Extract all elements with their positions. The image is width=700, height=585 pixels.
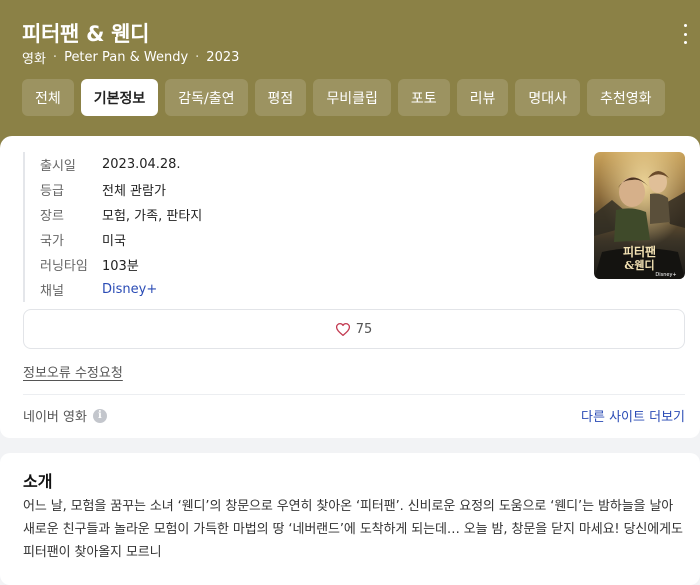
tab-quotes[interactable]: 명대사: [515, 79, 581, 116]
info-label: 장르: [40, 209, 64, 224]
tab-bar: 전체 기본정보 감독/출연 평점 무비클립 포토 리뷰 명대사 추천영화: [22, 79, 665, 116]
intro-card: 소개 어느 날, 모험을 꿈꾸는 소녀 ‘웬디’의 창문으로 우연히 찾아온 ‘…: [0, 453, 700, 585]
info-label: 국가: [40, 234, 64, 249]
meta-separator: ·: [52, 50, 58, 65]
info-value: 전체 관람가: [102, 184, 166, 199]
source-name: 네이버 영화: [23, 410, 87, 425]
info-row-channel: 채널 Disney+: [40, 277, 202, 302]
info-label: 러닝타임: [40, 259, 88, 274]
info-row-release: 출시일 2023.04.28.: [40, 152, 202, 177]
like-count: 75: [355, 321, 373, 337]
tab-recommended[interactable]: 추천영화: [587, 79, 665, 116]
movie-header: 피터팬 & 웬디 영화 · Peter Pan & Wendy · 2023 전…: [0, 0, 700, 150]
report-error-link[interactable]: 정보오류 수정요청: [23, 362, 123, 381]
kebab-menu-icon[interactable]: [682, 24, 688, 44]
info-icon[interactable]: i: [92, 408, 107, 423]
movie-meta: 영화 · Peter Pan & Wendy · 2023: [22, 48, 239, 67]
tab-all[interactable]: 전체: [22, 79, 74, 116]
poster-title-line2: &웬디: [624, 258, 654, 272]
more-sites-link[interactable]: 다른 사이트 더보기: [581, 406, 685, 425]
channel-link[interactable]: Disney+: [102, 282, 157, 297]
info-row-rating: 등급 전체 관람가: [40, 177, 202, 202]
like-button[interactable]: 75: [23, 309, 685, 349]
info-label: 채널: [40, 284, 64, 299]
meta-original-title: Peter Pan & Wendy: [64, 50, 189, 65]
tab-photos[interactable]: 포토: [397, 79, 450, 116]
poster-image: 피터팬 &웬디 Disney+: [594, 152, 685, 279]
intro-title: 소개: [23, 472, 53, 491]
info-label: 출시일: [40, 159, 76, 174]
info-row-runtime: 러닝타임 103분: [40, 252, 202, 277]
meta-year: 2023: [206, 50, 240, 65]
tab-movie-clips[interactable]: 무비클립: [313, 79, 391, 116]
tab-ratings[interactable]: 평점: [254, 79, 307, 116]
heart-icon: [335, 322, 350, 336]
info-row-country: 국가 미국: [40, 227, 202, 252]
source-label: 네이버 영화 i: [23, 406, 107, 425]
meta-category: 영화: [22, 52, 46, 67]
info-label: 등급: [40, 184, 64, 199]
movie-title: 피터팬 & 웬디: [22, 22, 150, 46]
movie-poster[interactable]: 피터팬 &웬디 Disney+: [594, 152, 685, 279]
intro-text: 어느 날, 모험을 꿈꾸는 소녀 ‘웬디’의 창문으로 우연히 찾아온 ‘피터팬…: [23, 499, 683, 560]
info-list: 출시일 2023.04.28. 등급 전체 관람가 장르 모험, 가족, 판타지…: [23, 152, 202, 302]
meta-separator: ·: [195, 50, 200, 65]
info-value: 2023.04.28.: [102, 157, 181, 172]
info-value: 미국: [102, 234, 126, 249]
info-row-genre: 장르 모험, 가족, 판타지: [40, 202, 202, 227]
info-value: 모험, 가족, 판타지: [102, 209, 203, 224]
tab-basic-info[interactable]: 기본정보: [80, 79, 159, 116]
divider: [23, 394, 685, 395]
tab-reviews[interactable]: 리뷰: [456, 79, 509, 116]
poster-title-line1: 피터팬: [623, 244, 656, 259]
poster-brand: Disney+: [655, 272, 676, 278]
tab-director-cast[interactable]: 감독/출연: [165, 79, 248, 116]
basic-info-card: 출시일 2023.04.28. 등급 전체 관람가 장르 모험, 가족, 판타지…: [0, 136, 700, 438]
info-value: 103분: [102, 259, 139, 274]
